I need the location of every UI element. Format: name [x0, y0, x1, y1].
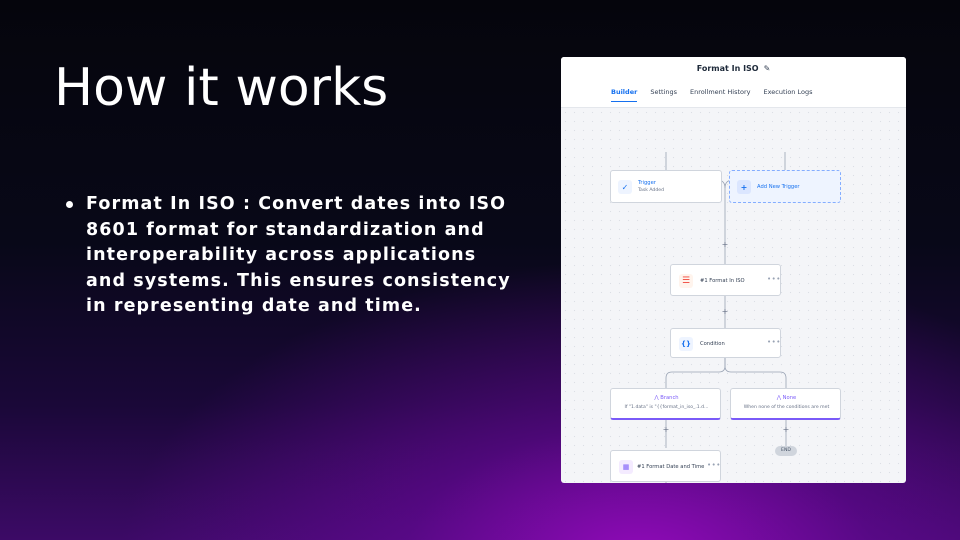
add-step-plus-icon[interactable]: +	[781, 425, 791, 435]
slide-title: How it works	[54, 58, 389, 118]
add-step-plus-icon[interactable]: +	[720, 240, 730, 250]
workflow-screenshot: Format In ISO ✎ Builder Settings Enrollme…	[561, 57, 906, 483]
pencil-icon[interactable]: ✎	[764, 64, 771, 73]
branch-title: ⋀ Branch	[611, 395, 722, 401]
tab-settings[interactable]: Settings	[650, 88, 677, 102]
bullet-list: Format In ISO : Convert dates into ISO 8…	[64, 192, 514, 320]
tab-enrollment-history[interactable]: Enrollment History	[690, 88, 751, 102]
add-step-plus-icon[interactable]: +	[720, 307, 730, 317]
add-step-plus-icon[interactable]: +	[661, 425, 671, 435]
add-trigger-label: Add New Trigger	[757, 184, 800, 190]
condition-node[interactable]: {} Condition •••	[670, 328, 781, 358]
workflow-canvas[interactable]: ✓ Trigger Task Added + Add New Trigger +…	[561, 108, 906, 483]
none-branch-subtitle: When none of the conditions are met	[743, 405, 830, 410]
format-in-iso-node[interactable]: ☰ #1 Format In ISO •••	[670, 264, 781, 296]
condition-label: Condition	[700, 341, 725, 347]
bullet-item: Format In ISO : Convert dates into ISO 8…	[64, 192, 514, 320]
calendar-icon: ▦	[619, 460, 633, 474]
more-icon[interactable]: •••	[767, 338, 781, 346]
workflow-title-text: Format In ISO	[696, 64, 759, 73]
more-icon[interactable]: •••	[707, 461, 721, 469]
bullet-dot	[66, 201, 73, 208]
branch-title-text: Branch	[660, 395, 679, 401]
end-pill: END	[775, 446, 797, 456]
iso-format-icon: ☰	[679, 274, 693, 288]
more-icon[interactable]: •••	[767, 275, 781, 283]
bullet-text: Format In ISO : Convert dates into ISO 8…	[86, 194, 511, 316]
trigger-title: Trigger	[638, 180, 656, 186]
braces-icon: {}	[679, 337, 693, 351]
workflow-title: Format In ISO ✎	[561, 64, 906, 73]
branch-subtitle: If "1.data" is "{{format_in_iso_.1.d...	[624, 405, 709, 410]
workflow-tabs: Builder Settings Enrollment History Exec…	[611, 88, 826, 102]
trigger-node[interactable]: ✓ Trigger Task Added	[610, 170, 722, 203]
add-trigger-button[interactable]: + Add New Trigger	[729, 170, 841, 203]
format-in-iso-label: #1 Format In ISO	[700, 278, 745, 284]
none-branch-node[interactable]: ⋀ None When none of the conditions are m…	[730, 388, 841, 420]
branch-node[interactable]: ⋀ Branch If "1.data" is "{{format_in_iso…	[610, 388, 721, 420]
check-icon: ✓	[618, 180, 632, 194]
trigger-subtitle: Task Added	[638, 188, 665, 193]
none-branch-title-text: None	[782, 395, 797, 401]
none-branch-title: ⋀ None	[731, 395, 842, 401]
workflow-header: Format In ISO ✎ Builder Settings Enrollme…	[561, 57, 906, 108]
tab-execution-logs[interactable]: Execution Logs	[764, 88, 813, 102]
plus-icon: +	[737, 180, 751, 194]
format-date-time-label: #1 Format Date and Time	[637, 464, 705, 470]
format-date-time-node[interactable]: ▦ #1 Format Date and Time •••	[610, 450, 721, 482]
tab-builder[interactable]: Builder	[611, 88, 638, 102]
